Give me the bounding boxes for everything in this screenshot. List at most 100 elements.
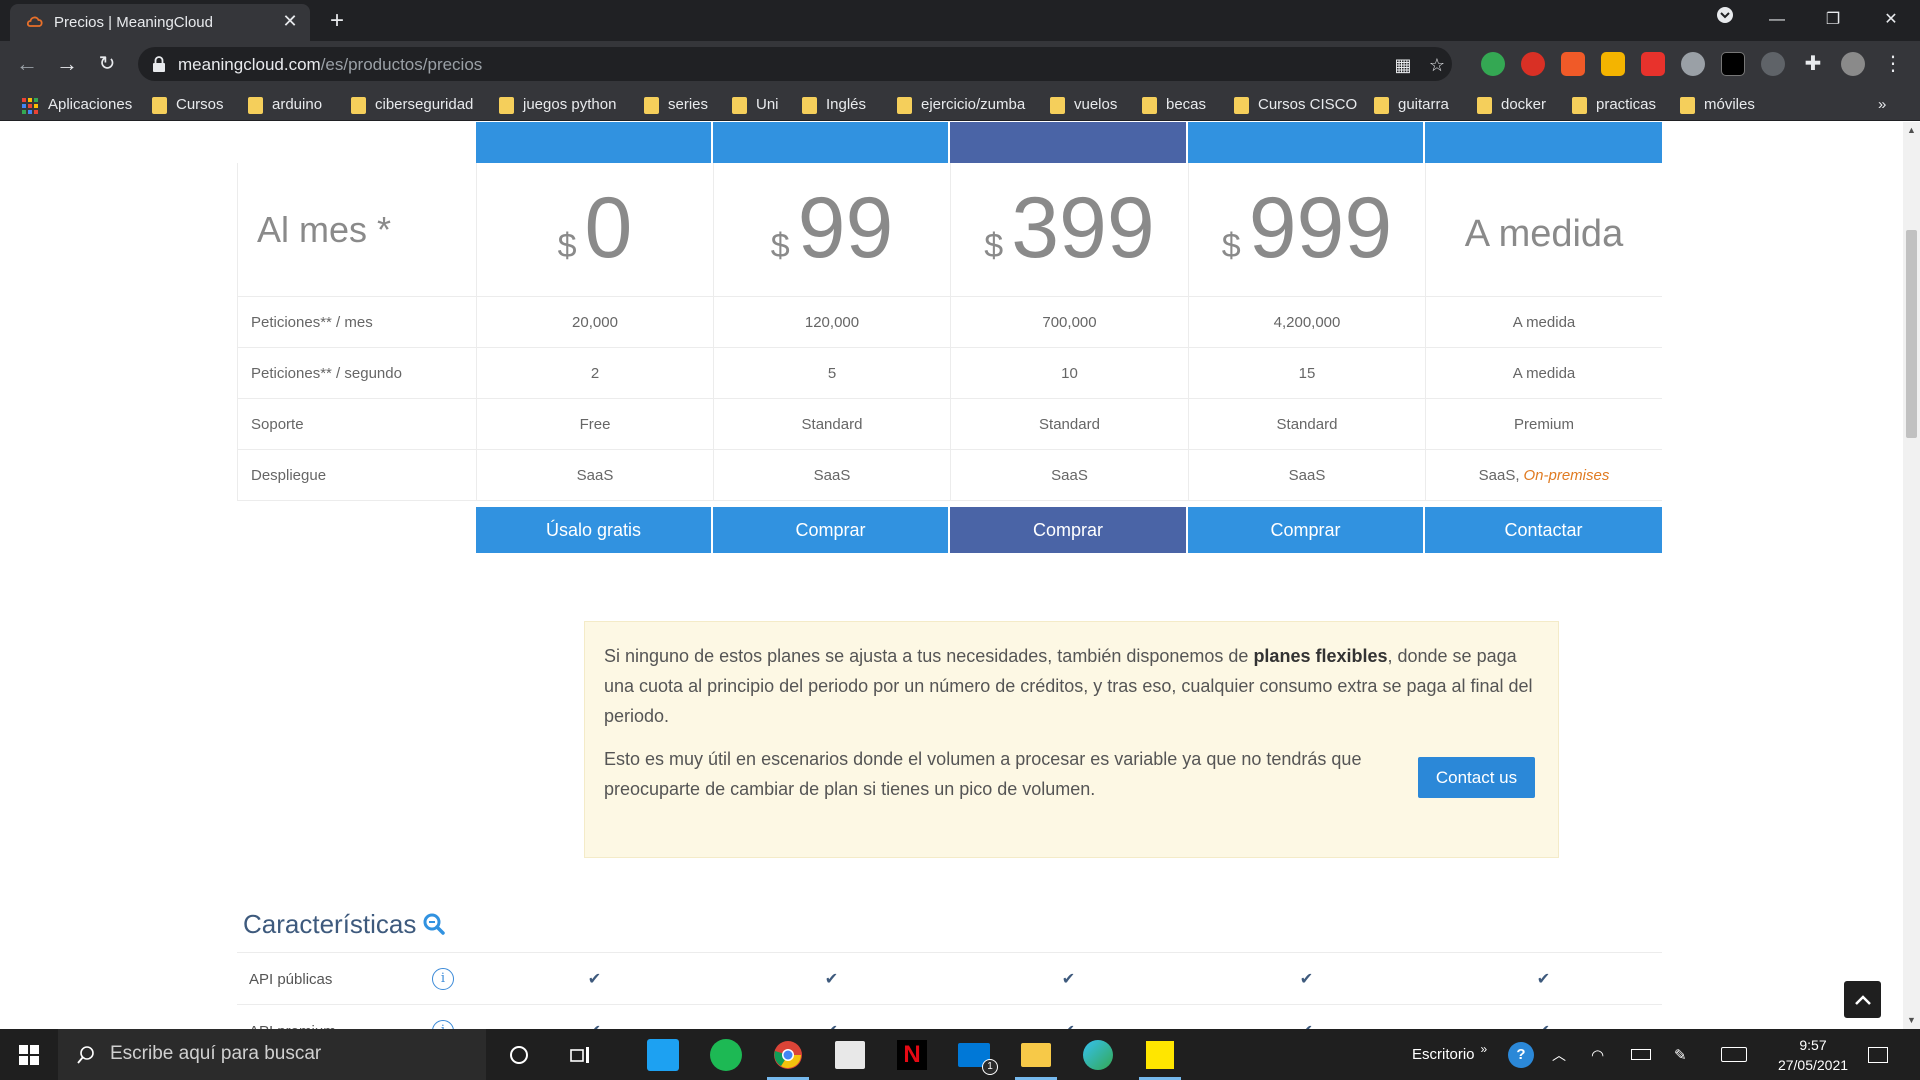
scroll-to-top-button[interactable]	[1844, 981, 1881, 1018]
new-tab-button[interactable]: +	[324, 9, 350, 35]
bookmark-item[interactable]: Uni	[728, 94, 779, 116]
bookmark-item[interactable]: Cursos CISCO	[1230, 94, 1357, 116]
windows-start-button[interactable]	[0, 1029, 58, 1080]
mail-app-icon[interactable]: 1	[947, 1029, 1001, 1080]
twitter-app-icon[interactable]	[636, 1029, 690, 1080]
network-icon[interactable]: ◠	[1591, 1029, 1604, 1080]
keyboard-icon[interactable]	[1721, 1029, 1747, 1080]
bookmark-item[interactable]: ciberseguridad	[347, 94, 473, 116]
bookmark-item[interactable]: practicas	[1568, 94, 1656, 116]
bookmark-item[interactable]: Inglés	[798, 94, 866, 116]
bookmark-item[interactable]: becas	[1138, 94, 1206, 116]
deploy-on-premises: On-premises	[1523, 466, 1610, 484]
extension-orange-icon[interactable]	[1561, 52, 1585, 76]
file-explorer-app-icon[interactable]	[1009, 1029, 1063, 1080]
help-icon[interactable]: ?	[1508, 1029, 1534, 1080]
plan-price: $399	[950, 163, 1188, 296]
search-icon	[77, 1046, 94, 1064]
folder-icon	[351, 97, 366, 114]
contact-us-button[interactable]: Contact us	[1418, 757, 1535, 798]
scroll-down-arrow-icon[interactable]: ▼	[1903, 1012, 1920, 1029]
netflix-app-icon[interactable]: N	[885, 1029, 939, 1080]
scroll-up-arrow-icon[interactable]: ▲	[1903, 122, 1920, 139]
extension-w-icon[interactable]	[1601, 52, 1625, 76]
plan-price: $99	[713, 163, 950, 296]
bookmark-item[interactable]: series	[640, 94, 708, 116]
profile-avatar[interactable]	[1841, 52, 1865, 76]
bookmark-item[interactable]: juegos python	[495, 94, 616, 116]
plan-price: $0	[476, 163, 713, 296]
buy-plan-button[interactable]: Comprar	[713, 507, 948, 553]
plan-deploy-value: SaaS, On-premises	[1425, 450, 1662, 500]
bookmark-item[interactable]: guitarra	[1370, 94, 1449, 116]
extension-adblock-icon[interactable]	[1521, 52, 1545, 76]
reload-button[interactable]: ↻	[93, 50, 121, 78]
bookmark-item[interactable]: docker	[1473, 94, 1546, 116]
minimize-button[interactable]: —	[1762, 6, 1792, 34]
zoom-search-icon[interactable]	[422, 912, 446, 936]
address-bar[interactable]: meaningcloud.com/es/productos/precios ▦ …	[138, 47, 1452, 81]
close-tab-icon[interactable]: ✕	[280, 11, 300, 31]
feature-row: API públicas i ✔ ✔ ✔ ✔ ✔	[237, 952, 1662, 1004]
extension-chrome-icon[interactable]	[1481, 52, 1505, 76]
plan-header-399	[950, 122, 1186, 163]
desktop-toolbar[interactable]: Escritorio »	[1412, 1029, 1487, 1080]
tray-chevron-icon[interactable]: »	[1481, 1042, 1488, 1056]
bookmark-label: guitarra	[1398, 96, 1449, 113]
edge-app-icon[interactable]	[1071, 1029, 1125, 1080]
bookmark-item[interactable]: Cursos	[148, 94, 224, 116]
bookmark-label: ciberseguridad	[375, 96, 474, 113]
bookmark-star-icon[interactable]: ☆	[1426, 54, 1448, 76]
info-icon[interactable]: i	[432, 1020, 454, 1029]
folder-icon	[1142, 97, 1157, 114]
page-scrollbar[interactable]: ▲ ▼	[1903, 122, 1920, 1029]
buy-plan-button[interactable]: Comprar	[950, 507, 1186, 553]
extension-pdf-icon[interactable]	[1641, 52, 1665, 76]
folder-icon	[1050, 97, 1065, 114]
tab-search-icon[interactable]	[1710, 6, 1740, 34]
sticky-notes-app-icon[interactable]	[1133, 1029, 1187, 1080]
contact-sales-button[interactable]: Contactar	[1425, 507, 1662, 553]
translate-icon[interactable]: ▦	[1392, 54, 1414, 76]
extension-circle-icon[interactable]	[1761, 52, 1785, 76]
plan-requests-second-value: 2	[476, 348, 713, 398]
pen-icon[interactable]: ✎	[1674, 1029, 1687, 1080]
info-icon[interactable]: i	[432, 968, 454, 990]
restore-button[interactable]: ❐	[1818, 6, 1848, 34]
plan-requests-month-value: 4,200,000	[1188, 297, 1425, 347]
action-center-icon[interactable]	[1868, 1029, 1888, 1080]
back-button[interactable]: ←	[13, 50, 41, 78]
extensions-puzzle-icon[interactable]: ✚	[1801, 52, 1825, 76]
browser-tab-strip: Precios | MeaningCloud ✕ + — ❐ ✕	[0, 0, 1920, 41]
bookmark-apps[interactable]: Aplicaciones	[20, 94, 132, 116]
bookmark-label: Uni	[756, 96, 779, 113]
browser-tab[interactable]: Precios | MeaningCloud ✕	[10, 4, 310, 41]
buy-plan-button[interactable]: Comprar	[1188, 507, 1423, 553]
folder-icon	[897, 97, 912, 114]
menu-kebab-icon[interactable]: ⋮	[1881, 52, 1905, 76]
task-view-icon[interactable]	[553, 1029, 607, 1080]
taskbar-clock[interactable]: 9:57 27/05/2021	[1758, 1035, 1868, 1075]
show-hidden-icons-icon[interactable]: ︿	[1552, 1029, 1566, 1080]
bookmark-item[interactable]: arduino	[244, 94, 322, 116]
close-window-button[interactable]: ✕	[1876, 6, 1906, 34]
bookmark-item[interactable]: móviles	[1676, 94, 1755, 116]
use-free-button[interactable]: Úsalo gratis	[476, 507, 711, 553]
spotify-app-icon[interactable]	[699, 1029, 753, 1080]
bookmark-item[interactable]: vuelos	[1046, 94, 1117, 116]
bookmark-label: series	[668, 96, 709, 113]
forward-button[interactable]: →	[53, 50, 81, 78]
chrome-app-icon[interactable]	[761, 1029, 815, 1080]
bookmark-label: Cursos	[176, 96, 224, 113]
more-bookmarks-icon[interactable]: »	[1850, 94, 1886, 116]
scrollbar-thumb[interactable]	[1906, 230, 1917, 438]
price-amount: 399	[1011, 180, 1155, 276]
cortana-icon[interactable]	[492, 1029, 546, 1080]
taskbar-search-box[interactable]: Escribe aquí para buscar	[58, 1029, 486, 1080]
bookmark-item[interactable]: ejercicio/zumba	[893, 94, 1025, 116]
extension-terminal-icon[interactable]	[1721, 52, 1745, 76]
extension-grey-icon[interactable]	[1681, 52, 1705, 76]
store-app-icon[interactable]	[823, 1029, 877, 1080]
row-label: Peticiones** / mes	[237, 297, 476, 347]
battery-icon[interactable]	[1631, 1029, 1651, 1080]
